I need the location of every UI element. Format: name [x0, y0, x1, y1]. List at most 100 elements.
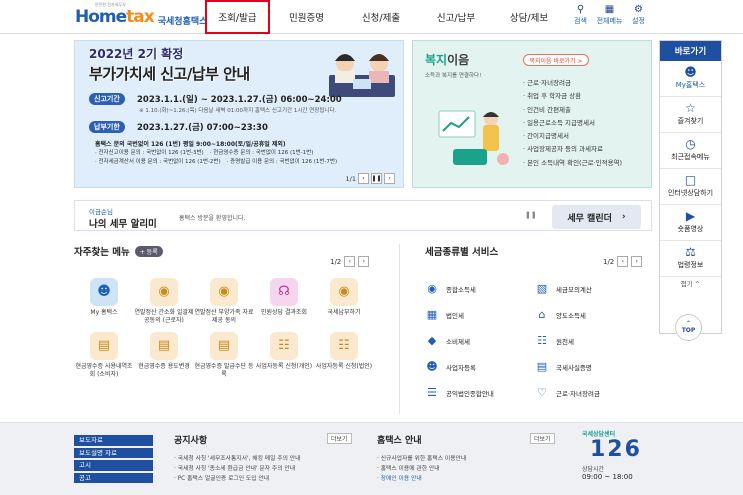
register-button[interactable]: + 등록: [134, 245, 163, 257]
certificate-icon: ▤: [536, 360, 548, 373]
tax-item-corporate[interactable]: ▦ 법인세: [425, 302, 535, 328]
header: 안전한 전자세무서 Hometax 국세청홈택스 조회/발급 민원증명 신청/제…: [0, 0, 743, 34]
prev-button[interactable]: ‹: [358, 173, 369, 184]
freq-item-biz-reg-personal[interactable]: ☷ 사업자등록 신청(개인): [254, 332, 314, 378]
next-button[interactable]: ›: [358, 256, 370, 267]
logo-tagline: 안전한 전자세무서: [95, 2, 126, 7]
notice-link[interactable]: 국세청 사칭 '세무조사통지서', 해킹 메일 주의 안내: [174, 454, 354, 464]
freq-item-dependent-consent[interactable]: ◉ 연말정산 부양가족 자료제공 동의: [194, 278, 254, 324]
payment-label: 납부기한: [89, 121, 125, 133]
guide-more-button[interactable]: 더보기: [530, 433, 555, 444]
welfare-desc: 소득과 복지를 연결하다!: [425, 73, 482, 79]
tax-item-withholding[interactable]: ☷ 원천세: [535, 328, 655, 354]
chevron-up-icon: ⌃: [685, 320, 692, 327]
period-value: 2023.1.1.(일) ~ 2023.1.27.(금) 06:00~24:00: [137, 95, 342, 105]
welfare-link[interactable]: 인건비 간편제출: [523, 104, 622, 117]
piggy-icon: ◉: [427, 282, 437, 295]
quick-my-hometax[interactable]: ☻ My홈택스: [660, 61, 721, 97]
house-icon: ⌂: [538, 308, 546, 321]
notice-section: 공지사항 더보기 국세청 사칭 '세무조사통지서', 해킹 메일 주의 안내 국…: [174, 433, 354, 484]
top-button[interactable]: ⌃ TOP: [675, 314, 702, 341]
nav-consult-report[interactable]: 상담/제보: [493, 0, 565, 34]
search-button[interactable]: ⚲ 검색: [566, 4, 595, 26]
guide-link[interactable]: 장애인 이용 안내: [377, 474, 557, 484]
tab-notice-gosi[interactable]: 고시: [74, 460, 153, 471]
tab-press-release[interactable]: 보도자료: [74, 435, 153, 446]
welfare-link[interactable]: 간이지급명세서: [523, 130, 622, 143]
notifier-pause-button[interactable]: ❚❚: [525, 211, 537, 219]
quick-favorites[interactable]: ☆ 즐겨찾기: [660, 97, 721, 133]
welfare-link[interactable]: 사업장제공자 등의 과세자료: [523, 143, 622, 156]
welfare-shortcut-button[interactable]: 복지이음 바로가기 >: [523, 54, 589, 66]
welfare-link[interactable]: 취업 후 학자금 상환: [523, 90, 622, 103]
quick-online-consult[interactable]: □ 인터넷상담하기: [660, 169, 721, 205]
welfare-illustration: [438, 110, 509, 165]
nav-apply-submit[interactable]: 신청/제출: [343, 0, 419, 34]
nav-civil-cert[interactable]: 민원증명: [270, 0, 343, 34]
section-divider: [399, 244, 400, 414]
freq-item-receipt-history[interactable]: ▤ 현금영수증 사용내역조회 (소비자): [74, 332, 134, 378]
menu-grid-icon: ▦: [604, 4, 615, 15]
welfare-link[interactable]: 근로·자녀장려금: [523, 77, 622, 90]
pause-button[interactable]: ❚❚: [371, 173, 382, 184]
quick-recent-menu[interactable]: ◷ 최근접속메뉴: [660, 133, 721, 169]
tax-item-biz-registration[interactable]: ☻ 사업자등록: [425, 354, 535, 380]
welfare-title: 복지이음: [425, 53, 470, 67]
user-name: 이금순님: [89, 208, 113, 216]
call-center: 국세상담센터 126 상담시간 09:00 ~ 18:00: [582, 429, 657, 493]
receipt-icon: ▤: [210, 332, 238, 360]
tax-item-simulation[interactable]: ▧ 세금모의계산: [535, 276, 655, 302]
prev-button[interactable]: ‹: [617, 256, 629, 267]
nav-inquiry-issue[interactable]: 조회/발급: [205, 0, 270, 34]
prev-button[interactable]: ‹: [344, 256, 356, 267]
freq-item-receipt-purpose[interactable]: ▤ 현금영수증 용도변경: [134, 332, 194, 378]
banner-page: 1/1: [345, 174, 356, 183]
chat-icon: □: [684, 173, 697, 187]
chevron-right-icon: ›: [388, 175, 391, 182]
tax-item-consumption[interactable]: ◆ 소비제세: [425, 328, 535, 354]
tax-item-incentive[interactable]: ♡ 근로·자녀장려금: [535, 380, 655, 406]
tab-announcement[interactable]: 공고: [74, 472, 153, 483]
document-icon: ☷: [330, 332, 358, 360]
tax-pager: 1/2 ‹ ›: [603, 256, 643, 267]
contact-line: · 전자신고이용 문의 : 국번없이 126 (1번-3번): [95, 150, 204, 157]
contact-line: · 전자세금계산서 이용 문의 : 국번없이 126 (1번-2번): [95, 158, 221, 165]
welfare-link[interactable]: 일용근로소득 지급명세서: [523, 117, 622, 130]
notice-more-button[interactable]: 더보기: [327, 433, 352, 444]
welfare-link[interactable]: 본인 소득내역 확인(근로·인적용역): [523, 157, 622, 170]
banner-title: 부가가치세 신고/납부 안내: [89, 65, 250, 83]
tax-item-certificate[interactable]: ▤ 국세사실증명: [535, 354, 655, 380]
freq-item-my-hometax[interactable]: ☻ My 홈택스: [74, 278, 134, 324]
notice-link[interactable]: 국세청 사칭 '종소세 환급금 안내' 문자 주의 안내: [174, 464, 354, 474]
nav-report-pay[interactable]: 신고/납부: [419, 0, 493, 34]
fold-button[interactable]: 접기 ^: [660, 277, 721, 291]
freq-item-biz-reg-corp[interactable]: ☷ 사업자등록 신청(법인): [314, 332, 374, 378]
notice-link[interactable]: PC 홈택스 얼굴인증 로그인 도입 안내: [174, 474, 354, 484]
hometax-logo[interactable]: 안전한 전자세무서 Hometax 국세청홈택스: [75, 2, 208, 30]
all-menu-button[interactable]: ▦ 전체메뉴: [595, 4, 624, 26]
freq-item-consult-result[interactable]: ☊ 민원상담 결과조회: [254, 278, 314, 324]
tab-press-explanation[interactable]: 보도설명 자료: [74, 447, 153, 458]
guide-link[interactable]: 신규사업자를 위한 홈택스 이용안내: [377, 454, 557, 464]
logo-name: 국세청홈택스: [157, 16, 208, 27]
settings-button[interactable]: ⚙ 설정: [624, 4, 653, 26]
freq-item-tax-payment[interactable]: ◉ 국세납부하기: [314, 278, 374, 324]
quick-shortform[interactable]: ▶ 숏폼영상: [660, 205, 721, 241]
chevron-left-icon: ‹: [621, 258, 624, 265]
tax-calendar-button[interactable]: 세무 캘린더 ›: [552, 205, 641, 229]
vat-banner[interactable]: 2022년 2기 확정 부가가치세 신고/납부 안내 신고기간 2023.1.1…: [74, 40, 404, 188]
tax-item-public-corp[interactable]: ☰ 공익법인종합안내: [425, 380, 535, 406]
freq-item-receipt-means[interactable]: ▤ 현금영수증 발급수단 등록: [194, 332, 254, 378]
headset-icon: ☊: [270, 278, 298, 306]
press-tabs: 보도자료 보도설명 자료 고시 공고: [74, 435, 153, 485]
banner-subtitle: 2022년 2기 확정: [89, 47, 184, 61]
banner-pager: 1/1 ‹ ❚❚ ›: [346, 173, 395, 184]
next-button[interactable]: ›: [384, 173, 395, 184]
quick-law-info[interactable]: ⚖ 법령정보: [660, 241, 721, 277]
freq-item-yearend-consent[interactable]: ◉ 연말정산 간소화 일괄제공동의 (근로자): [134, 278, 194, 324]
tax-item-income[interactable]: ◉ 종합소득세: [425, 276, 535, 302]
next-button[interactable]: ›: [631, 256, 643, 267]
tax-item-transfer[interactable]: ⌂ 양도소득세: [535, 302, 655, 328]
frequent-pager: 1/2 ‹ ›: [330, 256, 370, 267]
guide-link[interactable]: 홈택스 이용에 관한 안내: [377, 464, 557, 474]
